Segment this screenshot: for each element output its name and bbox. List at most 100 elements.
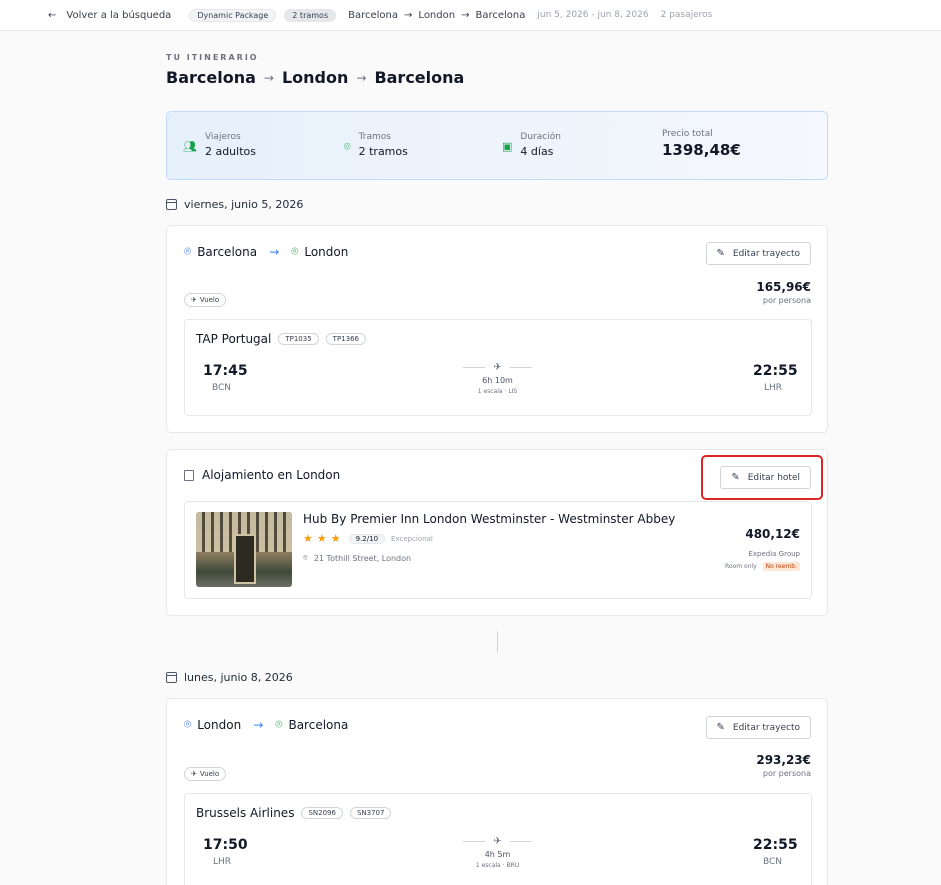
hotel-photo xyxy=(196,512,292,587)
hotel-name: Hub By Premier Inn London Westminster - … xyxy=(303,512,676,526)
price-value: 165,96€ xyxy=(756,280,811,294)
board-type: Room only xyxy=(724,563,757,570)
map-pin-icon: ⌾ xyxy=(275,717,283,731)
departure-airport: LHR xyxy=(213,857,232,867)
arrow-right-icon: → xyxy=(263,70,274,85)
leg-price: 293,23€ por persona xyxy=(756,753,811,778)
route-city: Barcelona xyxy=(348,9,399,21)
flight-code: TP1366 xyxy=(325,333,366,345)
arrow-right-icon: → xyxy=(461,9,470,21)
hotel-card: Alojamiento en London ✎ Editar hotel Hub… xyxy=(166,449,828,616)
stops-info: 1 escala · LIS xyxy=(477,388,518,395)
page-title: Barcelona → London → Barcelona xyxy=(166,68,464,87)
summary-value: 2 adultos xyxy=(204,145,256,158)
leg-route: ⌾ Barcelona → ⌾ London xyxy=(184,244,348,259)
edit-icon: ✎ xyxy=(731,472,740,483)
flight-details: Brussels Airlines SN2096 SN3707 17:50 LH… xyxy=(184,793,812,885)
arrival-airport: LHR xyxy=(764,383,783,393)
day-date: viernes, junio 5, 2026 xyxy=(184,198,304,211)
leg-origin: London xyxy=(197,717,242,732)
title-city: Barcelona xyxy=(166,68,256,87)
day-connector xyxy=(497,631,498,653)
hotel-conditions: Room only No reemb. xyxy=(725,562,800,571)
flight-leg-card: ⌾ London → ⌾ Barcelona ✎ Editar trayecto… xyxy=(166,698,828,885)
day-date: lunes, junio 8, 2026 xyxy=(184,671,293,684)
airline: Brussels Airlines SN2096 SN3707 xyxy=(196,806,392,820)
address-text: 21 Tothill Street, London xyxy=(313,553,412,563)
departure-time: 17:45 xyxy=(203,363,248,379)
refund-badge: No reemb. xyxy=(762,562,800,571)
leg-route: ⌾ London → ⌾ Barcelona xyxy=(184,717,348,732)
airline: TAP Portugal TP1035 TP1366 xyxy=(196,332,366,346)
airline-name: TAP Portugal xyxy=(196,332,272,346)
duration-value: 4h 5m xyxy=(484,850,511,859)
hotel-heading-label: Alojamiento en London xyxy=(202,468,341,482)
tag-label: Vuelo xyxy=(199,296,220,304)
summary-label: Viajeros xyxy=(204,132,241,142)
arrival-airport: BCN xyxy=(763,857,783,867)
summary-label: Duración xyxy=(520,132,561,142)
back-to-search-link[interactable]: ← Volver a la búsqueda xyxy=(48,10,171,21)
stops-info: 1 escala · BRU xyxy=(475,862,520,869)
hotel-provider: Expedia Group xyxy=(748,550,800,558)
duration-value: 6h 10m xyxy=(482,376,513,385)
plane-icon: ✈ xyxy=(493,362,502,373)
hotel-price: 480,12€ xyxy=(745,527,800,541)
edit-leg-label: Editar trayecto xyxy=(732,722,800,733)
title-city: Barcelona xyxy=(374,68,465,87)
arrow-left-icon: ← xyxy=(48,9,57,21)
departure-airport: BCN xyxy=(212,383,232,393)
tag-label: Vuelo xyxy=(199,770,220,778)
route-city: London xyxy=(418,9,456,21)
calendar-icon: ▣ xyxy=(502,140,513,153)
flight-details: TAP Portugal TP1035 TP1366 17:45 BCN ✈ 6… xyxy=(184,319,812,416)
flight-leg-card: ⌾ Barcelona → ⌾ London ✎ Editar trayecto… xyxy=(166,225,828,433)
leg-price: 165,96€ por persona xyxy=(756,280,811,305)
top-bar: ← Volver a la búsqueda Dynamic Package 2… xyxy=(0,0,941,31)
plane-icon: ✈ xyxy=(191,296,197,304)
edit-hotel-label: Editar hotel xyxy=(747,472,800,483)
summary-label: Tramos xyxy=(358,132,391,142)
edit-icon: ✎ xyxy=(716,248,725,259)
plane-icon: ✈ xyxy=(493,836,502,847)
map-pin-icon: ⌾ xyxy=(291,244,299,258)
arrival-time: 22:55 xyxy=(753,837,798,853)
summary-total: Precio total 1398,48€ xyxy=(662,129,741,159)
map-pin-icon: ⌾ xyxy=(303,553,308,562)
legs-badge: 2 tramos xyxy=(284,8,337,22)
summary-duration: ▣ Duración 4 días xyxy=(502,132,561,158)
arrival-time: 22:55 xyxy=(753,363,798,379)
map-pin-icon: ⌾ xyxy=(184,244,192,258)
edit-leg-button[interactable]: ✎ Editar trayecto xyxy=(705,242,811,265)
edit-leg-button[interactable]: ✎ Editar trayecto xyxy=(705,716,811,739)
hotel-heading: Alojamiento en London xyxy=(184,468,340,482)
price-note: por persona xyxy=(762,769,811,778)
price-value: 293,23€ xyxy=(756,753,811,767)
arrow-right-icon: → xyxy=(404,9,413,21)
flight-code: SN2096 xyxy=(301,807,343,819)
trip-summary: 👥︎ Viajeros 2 adultos ⌾ Tramos 2 tramos … xyxy=(166,111,828,180)
summary-travelers: 👥︎ Viajeros 2 adultos xyxy=(183,132,256,158)
leg-destination: London xyxy=(304,244,349,259)
flight-tag: ✈ Vuelo xyxy=(184,767,227,781)
star-icon: ★ xyxy=(303,532,313,545)
price-note: por persona xyxy=(762,296,811,305)
review-word: Excepcional xyxy=(391,534,433,543)
star-icon: ★ xyxy=(330,532,341,545)
leg-origin: Barcelona xyxy=(197,244,258,259)
top-dates: jun 5, 2026 - jun 8, 2026 xyxy=(537,10,649,20)
summary-value: 4 días xyxy=(520,145,554,158)
summary-label: Precio total xyxy=(662,129,713,139)
map-pin-icon: ⌾ xyxy=(184,717,192,731)
edit-hotel-button[interactable]: ✎ Editar hotel xyxy=(720,466,811,489)
users-icon: 👥︎ xyxy=(183,140,197,153)
map-pin-icon: ⌾ xyxy=(344,140,351,153)
building-icon xyxy=(184,469,194,481)
review-score: 9.2/10 xyxy=(348,533,386,544)
edit-leg-label: Editar trayecto xyxy=(732,248,800,259)
star-icon: ★ xyxy=(316,532,327,545)
edit-icon: ✎ xyxy=(716,722,725,733)
hotel-address: ⌾ 21 Tothill Street, London xyxy=(303,553,411,563)
day-header: viernes, junio 5, 2026 xyxy=(166,198,303,211)
airline-name: Brussels Airlines xyxy=(196,806,295,820)
